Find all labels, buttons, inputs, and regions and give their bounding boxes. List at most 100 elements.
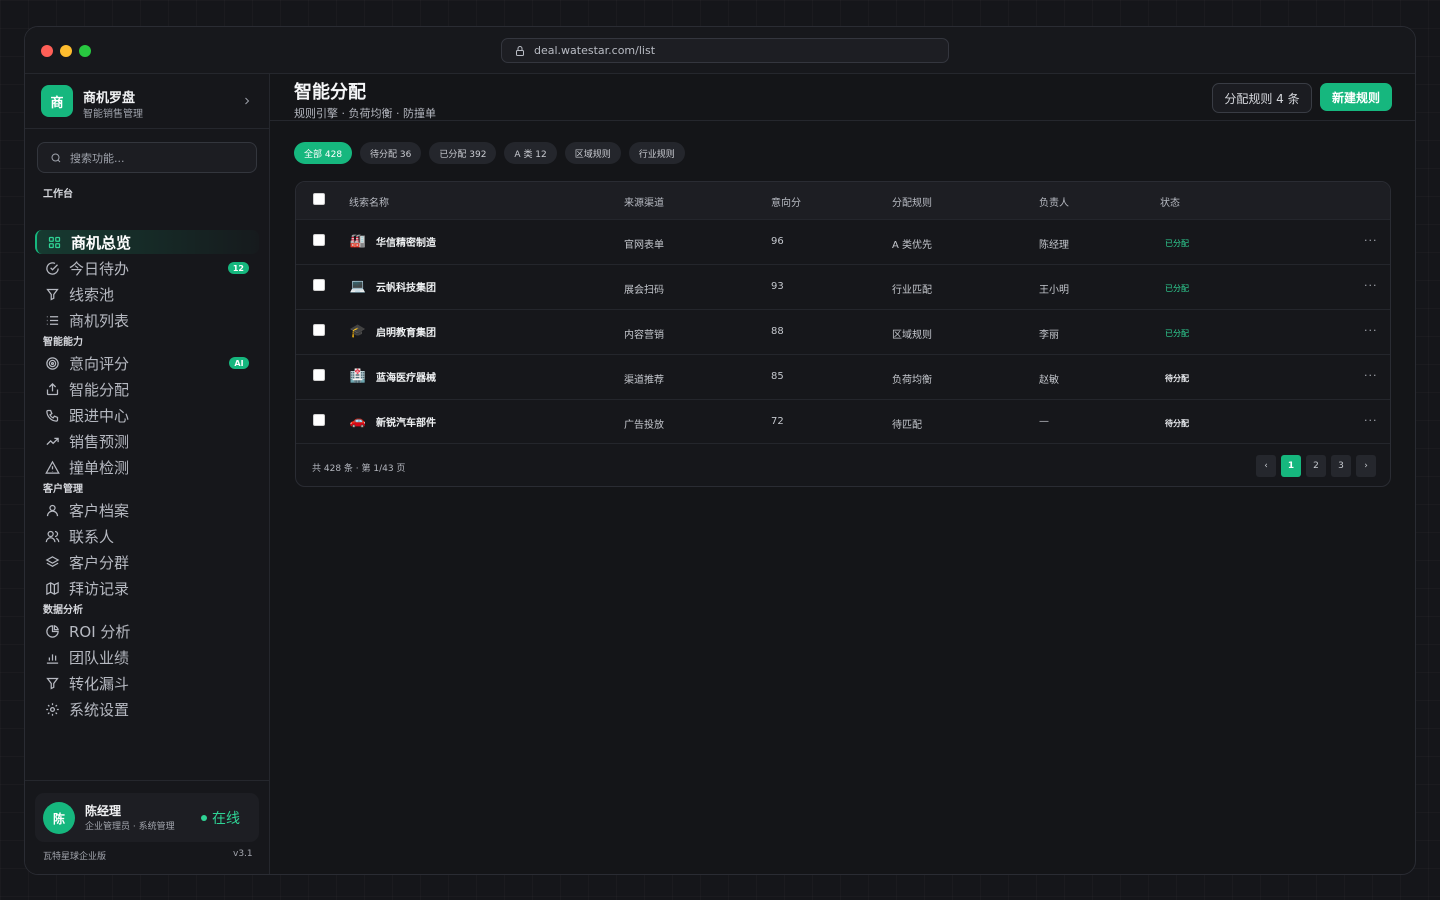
funnel-icon — [46, 677, 59, 690]
sidebar-item-forecast[interactable]: 销售预测 — [35, 429, 259, 453]
filter-chip-class-a[interactable]: A 类 12 — [504, 142, 557, 164]
page-button-3[interactable]: 3 — [1331, 455, 1351, 477]
row-checkbox[interactable] — [313, 324, 325, 336]
more-actions-icon[interactable]: ··· — [1364, 279, 1378, 292]
laptop-icon: 💻 — [349, 279, 367, 294]
sidebar-item-label: 转化漏斗 — [69, 674, 130, 693]
more-actions-icon[interactable]: ··· — [1364, 369, 1378, 382]
column-header-source[interactable]: 来源渠道 — [624, 194, 664, 209]
new-rule-button[interactable]: 新建规则 — [1320, 83, 1392, 111]
nav-section-intelligence: 智能能力 — [43, 337, 83, 348]
lead-owner: 王小明 — [1039, 285, 1069, 296]
sidebar-item-todo[interactable]: 今日待办 12 — [35, 256, 259, 280]
lead-name[interactable]: 🏥 蓝海医疗器械 — [349, 369, 436, 384]
select-all-checkbox[interactable] — [313, 193, 325, 205]
column-header-rule[interactable]: 分配规则 — [892, 194, 932, 209]
main-content: 智能分配 规则引擎 · 负荷均衡 · 防撞单 分配规则 4 条 新建规则 全部 … — [270, 74, 1415, 874]
column-header-score[interactable]: 意向分 — [771, 194, 801, 209]
table-row[interactable]: 🏥 蓝海医疗器械 渠道推荐 85 负荷均衡 赵敏 待分配 ··· — [296, 354, 1390, 399]
map-icon — [46, 581, 59, 595]
sidebar-item-overview[interactable]: 商机总览 — [35, 230, 259, 254]
car-icon: 🚗 — [349, 414, 367, 429]
pie-chart-icon — [46, 624, 59, 638]
minimize-window-button[interactable] — [60, 45, 72, 57]
check-circle-icon — [46, 261, 59, 275]
sidebar-item-collision[interactable]: 撞单检测 — [35, 455, 259, 479]
more-actions-icon[interactable]: ··· — [1364, 324, 1378, 337]
lead-name[interactable]: 💻 云帆科技集团 — [349, 279, 436, 294]
row-checkbox[interactable] — [313, 414, 325, 426]
url-text: deal.watestar.com/list — [534, 44, 656, 57]
filter-chip-pending[interactable]: 待分配 36 — [360, 142, 422, 164]
lead-name[interactable]: 🏭 华信精密制造 — [349, 234, 436, 249]
sidebar-item-settings[interactable]: 系统设置 — [35, 697, 259, 721]
table-row[interactable]: 🏭 华信精密制造 官网表单 96 A 类优先 陈经理 已分配 ··· — [296, 219, 1390, 264]
sidebar-item-label: 系统设置 — [69, 700, 130, 719]
row-checkbox[interactable] — [313, 369, 325, 381]
sidebar-item-label: 智能分配 — [69, 380, 130, 399]
row-checkbox[interactable] — [313, 234, 325, 246]
sidebar-item-segments[interactable]: 客户分群 — [35, 550, 259, 574]
lead-name-text: 华信精密制造 — [376, 238, 436, 249]
table-row[interactable]: 💻 云帆科技集团 展会扫码 93 行业匹配 王小明 已分配 ··· — [296, 264, 1390, 309]
column-header-lead-name[interactable]: 线索名称 — [349, 194, 389, 209]
user-card[interactable]: 陈 陈经理 企业管理员 · 系统管理 在线 — [35, 793, 259, 842]
filter-chip-assigned[interactable]: 已分配 392 — [429, 142, 497, 164]
status-badge: 待分配 — [1165, 419, 1189, 428]
sidebar-item-opportunity-list[interactable]: 商机列表 — [35, 308, 259, 332]
sidebar-item-intent-score[interactable]: 意向评分 AI — [35, 351, 259, 375]
more-actions-icon[interactable]: ··· — [1364, 414, 1378, 427]
sidebar-item-customer-profile[interactable]: 客户档案 — [35, 498, 259, 522]
lead-name[interactable]: 🎓 启明教育集团 — [349, 324, 436, 339]
sidebar-item-label: 今日待办 — [69, 259, 130, 278]
search-input[interactable]: 搜索功能... — [37, 142, 257, 173]
row-checkbox[interactable] — [313, 279, 325, 291]
lead-owner: 赵敏 — [1039, 375, 1059, 386]
more-actions-icon[interactable]: ··· — [1364, 234, 1378, 247]
brand-header[interactable]: 商 商机罗盘 智能销售管理 — [25, 74, 269, 129]
sidebar-item-team-performance[interactable]: 团队业绩 — [35, 645, 259, 669]
brand-title: 商机罗盘 — [83, 91, 136, 106]
next-page-button[interactable]: › — [1356, 455, 1376, 477]
lead-source: 渠道推荐 — [624, 375, 664, 386]
filter-chip-all[interactable]: 全部 428 — [294, 142, 353, 164]
lead-score: 72 — [771, 416, 784, 427]
org-edition: 瓦特星球企业版 — [43, 852, 107, 862]
title-bar: deal.watestar.com/list — [25, 27, 1415, 74]
maximize-window-button[interactable] — [79, 45, 91, 57]
brand-logo: 商 — [41, 85, 73, 117]
status-badge: 已分配 — [1165, 284, 1189, 293]
list-icon — [46, 315, 59, 325]
page-button-1[interactable]: 1 — [1281, 455, 1301, 477]
sidebar-item-label: 客户档案 — [69, 501, 130, 520]
browser-window: deal.watestar.com/list 商 商机罗盘 智能销售管理 搜索功… — [24, 26, 1416, 875]
sidebar-item-label: 联系人 — [69, 527, 115, 546]
sidebar-item-smart-assign[interactable]: 智能分配 — [35, 377, 259, 401]
sidebar-item-follow-up[interactable]: 跟进中心 — [35, 403, 259, 427]
column-header-owner[interactable]: 负责人 — [1039, 194, 1069, 209]
assignment-rules-button[interactable]: 分配规则 4 条 — [1212, 83, 1312, 113]
table-row[interactable]: 🚗 新锐汽车部件 广告投放 72 待匹配 — 待分配 ··· — [296, 399, 1390, 444]
lead-source: 内容营销 — [624, 330, 664, 341]
chevron-right-icon[interactable] — [241, 95, 253, 107]
page-button-2[interactable]: 2 — [1306, 455, 1326, 477]
filter-chip-industry[interactable]: 行业规则 — [628, 142, 685, 164]
address-bar[interactable]: deal.watestar.com/list — [501, 38, 949, 63]
close-window-button[interactable] — [41, 45, 53, 57]
prev-page-button[interactable]: ‹ — [1256, 455, 1276, 477]
sidebar-item-lead-pool[interactable]: 线索池 — [35, 282, 259, 306]
sidebar-item-roi[interactable]: ROI 分析 — [35, 619, 259, 643]
table-row[interactable]: 🎓 启明教育集团 内容营销 88 区域规则 李丽 已分配 ··· — [296, 309, 1390, 354]
sidebar-item-funnel[interactable]: 转化漏斗 — [35, 671, 259, 695]
user-name: 陈经理 — [85, 804, 122, 818]
filter-chip-region[interactable]: 区域规则 — [564, 142, 621, 164]
online-status-label: 在线 — [212, 811, 240, 827]
lead-name[interactable]: 🚗 新锐汽车部件 — [349, 414, 436, 429]
lead-score: 93 — [771, 281, 784, 292]
column-header-status[interactable]: 状态 — [1160, 194, 1180, 209]
sidebar-item-contacts[interactable]: 联系人 — [35, 524, 259, 548]
lead-score: 88 — [771, 326, 784, 337]
page-header: 智能分配 规则引擎 · 负荷均衡 · 防撞单 分配规则 4 条 新建规则 — [270, 74, 1415, 121]
todo-count-badge: 12 — [227, 262, 249, 274]
sidebar-item-visits[interactable]: 拜访记录 — [35, 576, 259, 600]
